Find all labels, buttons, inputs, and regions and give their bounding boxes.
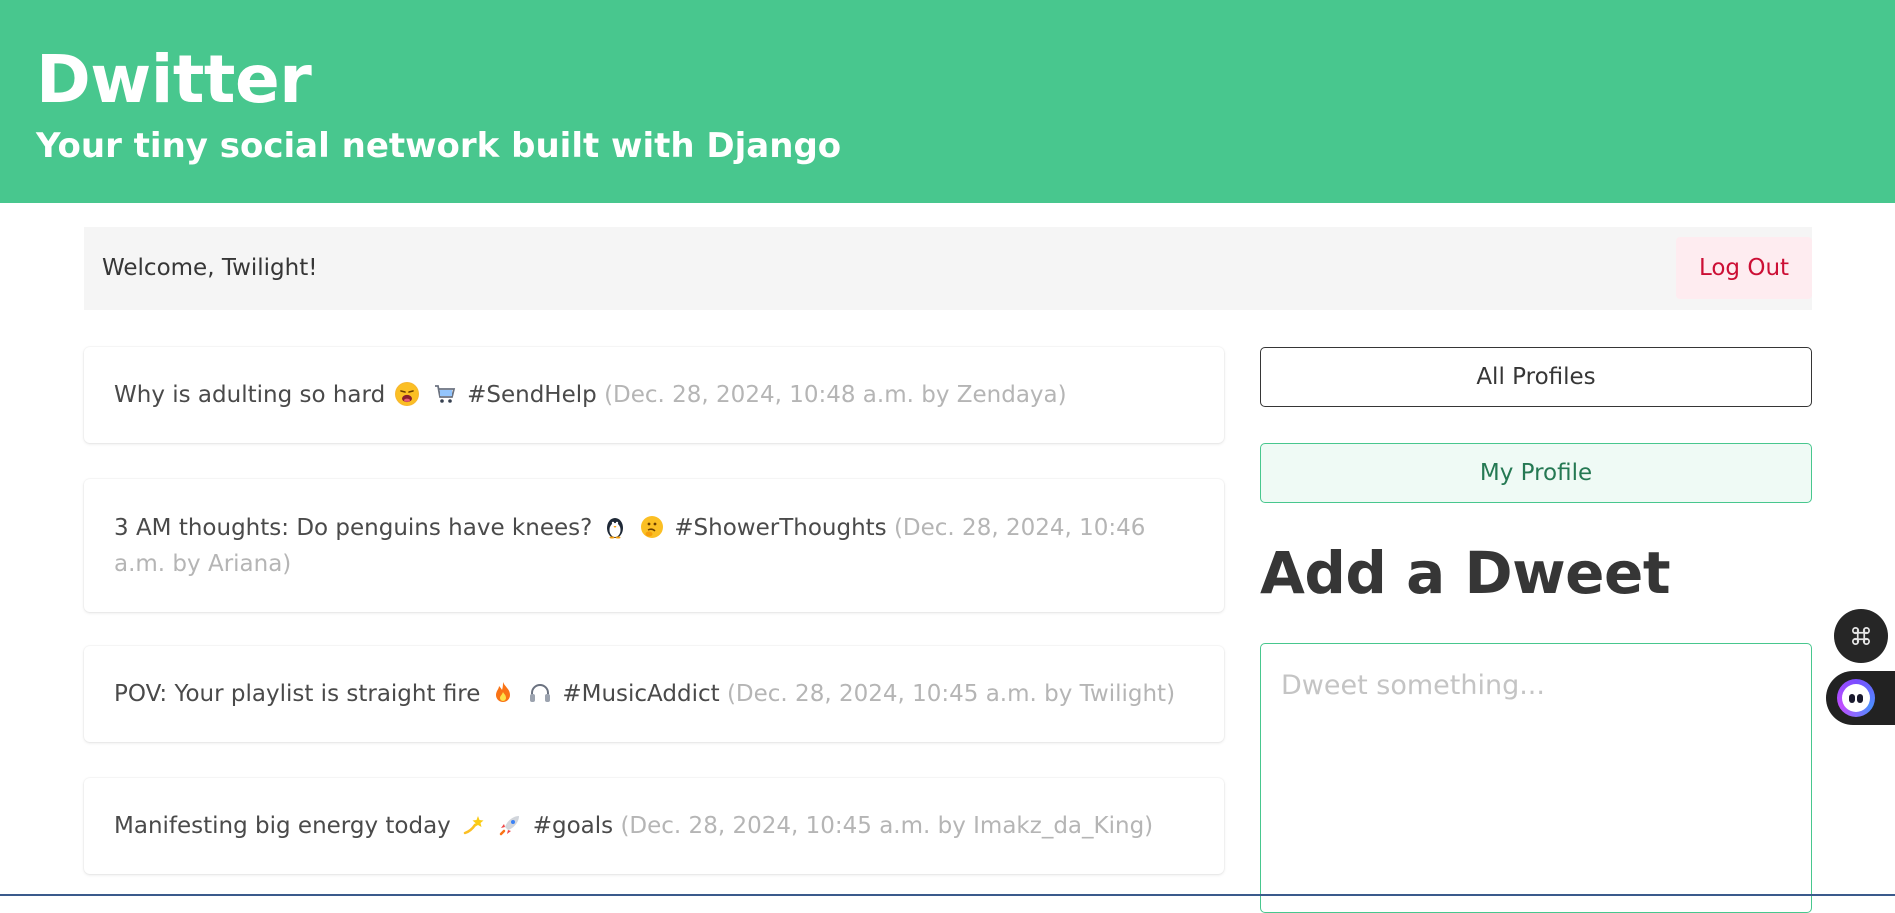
thinking-face-emoji-icon bbox=[640, 515, 664, 539]
headphones-emoji-icon bbox=[528, 681, 552, 705]
dweet-meta: (Dec. 28, 2024, 10:45 a.m. by Imakz_da_K… bbox=[620, 813, 1154, 839]
hero-banner: Dwitter Your tiny social network built w… bbox=[0, 0, 1895, 203]
dweet-hashtag[interactable]: #ShowerThoughts bbox=[674, 515, 886, 541]
dweet-meta: (Dec. 28, 2024, 10:45 a.m. by Twilight) bbox=[726, 681, 1176, 707]
dweet-card: Why is adulting so hard #SendHelp (Dec. … bbox=[84, 347, 1224, 443]
dweet-text: Why is adulting so hard bbox=[114, 382, 386, 408]
dweet-hashtag[interactable]: #goals bbox=[533, 813, 613, 839]
dweet-hashtag[interactable]: #MusicAddict bbox=[562, 681, 719, 707]
dweet-card: Manifesting big energy today #goals (Dec… bbox=[84, 778, 1224, 874]
my-profile-button[interactable]: My Profile bbox=[1260, 443, 1812, 503]
dweet-meta: (Dec. 28, 2024, 10:48 a.m. by Zendaya) bbox=[604, 382, 1067, 408]
site-subtitle: Your tiny social network built with Djan… bbox=[36, 126, 842, 166]
command-icon[interactable] bbox=[1834, 609, 1888, 663]
rocket-emoji-icon bbox=[498, 813, 522, 837]
dizzy-emoji-icon bbox=[461, 813, 485, 837]
dweet-text: 3 AM thoughts: Do penguins have knees? bbox=[114, 514, 593, 541]
user-navbar: Welcome, Twilight! Log Out bbox=[84, 227, 1812, 310]
weary-face-emoji-icon bbox=[395, 382, 420, 406]
fire-emoji-icon bbox=[491, 681, 515, 705]
add-dweet-heading: Add a Dweet bbox=[1260, 539, 1671, 607]
dweet-card: POV: Your playlist is straight fire #Mus… bbox=[84, 646, 1224, 742]
penguin-emoji-icon bbox=[603, 515, 627, 539]
welcome-message: Welcome, Twilight! bbox=[102, 255, 318, 281]
dweet-text: POV: Your playlist is straight fire bbox=[114, 681, 481, 707]
shopping-cart-emoji-icon bbox=[433, 382, 457, 406]
dweet-card: 3 AM thoughts: Do penguins have knees? #… bbox=[84, 479, 1224, 612]
assistant-bot-icon[interactable] bbox=[1826, 671, 1895, 725]
dweet-text: Manifesting big energy today bbox=[114, 813, 451, 839]
dweet-input[interactable] bbox=[1260, 643, 1812, 913]
dweet-hashtag[interactable]: #SendHelp bbox=[467, 382, 597, 408]
logout-button[interactable]: Log Out bbox=[1676, 237, 1812, 299]
site-title: Dwitter bbox=[36, 41, 312, 118]
all-profiles-button[interactable]: All Profiles bbox=[1260, 347, 1812, 407]
bot-face-icon bbox=[1837, 679, 1875, 717]
